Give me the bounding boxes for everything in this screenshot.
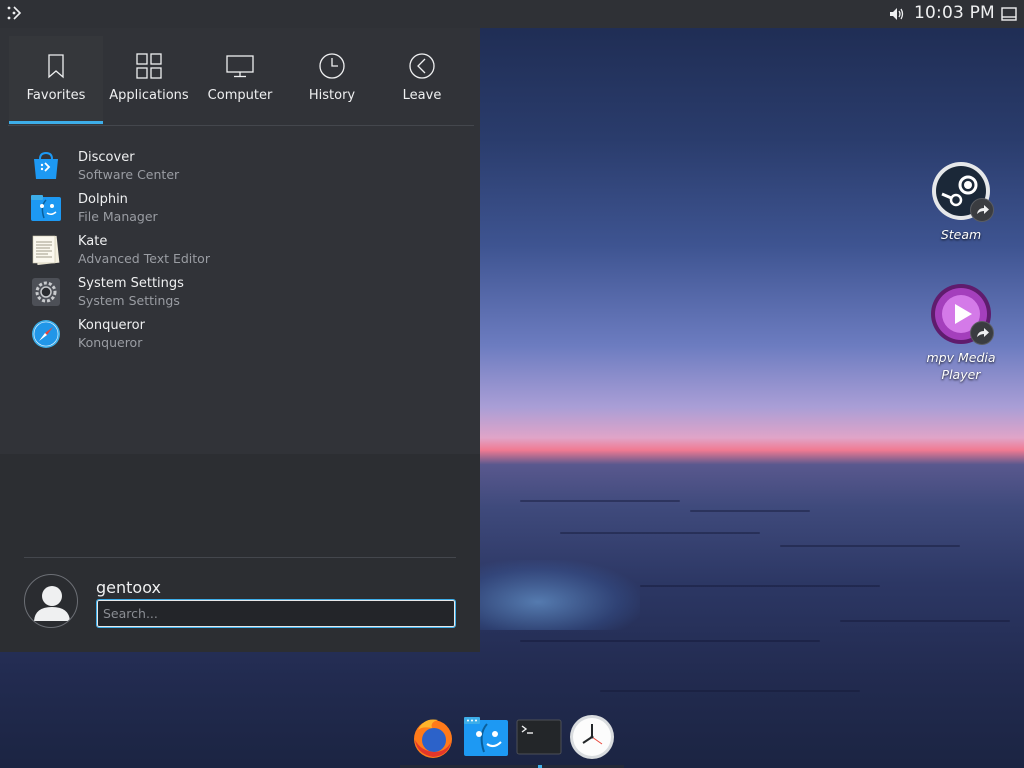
link-arrow-icon	[970, 321, 994, 345]
tab-computer[interactable]: Computer	[193, 36, 287, 126]
wave	[640, 585, 880, 587]
favorite-name: System Settings	[78, 276, 184, 291]
favorite-item-dolphin[interactable]: Dolphin File Manager	[0, 188, 480, 230]
wave	[690, 510, 810, 512]
tab-divider	[8, 125, 474, 126]
tab-applications[interactable]: Applications	[102, 36, 196, 126]
link-arrow-icon	[970, 198, 994, 222]
favorite-item-kate[interactable]: Kate Advanced Text Editor	[0, 230, 480, 272]
wave	[780, 545, 960, 547]
mpv-icon	[930, 283, 994, 345]
wave	[560, 532, 760, 534]
dolphin-icon	[30, 192, 62, 224]
settings-icon	[30, 276, 62, 308]
clock-app-icon[interactable]	[569, 714, 615, 760]
tab-label: Computer	[207, 88, 273, 103]
tab-history[interactable]: History	[285, 36, 379, 126]
avatar[interactable]	[24, 574, 78, 628]
grid-icon	[135, 52, 163, 80]
app-launcher-icon[interactable]	[5, 4, 23, 22]
launcher-tab-bar: Favorites Applications Computer History …	[0, 28, 480, 126]
desktop-icon-mpv[interactable]: mpv Media Player	[916, 283, 1006, 383]
wave	[840, 620, 1010, 622]
clock[interactable]: 10:03 PM	[914, 3, 995, 23]
dolphin-icon[interactable]	[463, 714, 509, 760]
terminal-icon[interactable]	[516, 714, 562, 760]
firefox-icon[interactable]	[410, 714, 456, 760]
favorite-name: Kate	[78, 234, 108, 249]
desktop-icon-steam[interactable]: Steam	[916, 160, 1006, 243]
application-launcher: Favorites Applications Computer History …	[0, 28, 480, 652]
konqueror-icon	[30, 318, 62, 350]
favorite-name: Dolphin	[78, 192, 128, 207]
favorite-description: Konqueror	[78, 335, 143, 350]
volume-icon[interactable]	[887, 5, 905, 23]
wave	[520, 500, 680, 502]
tab-label: History	[308, 88, 356, 103]
task-manager	[400, 706, 624, 768]
search-input[interactable]	[96, 599, 456, 628]
wave	[600, 690, 860, 692]
desktop-icon-label: mpv Media Player	[926, 350, 996, 382]
top-panel: 10:03 PM	[0, 0, 1024, 28]
favorites-list: Discover Software Center Dolphin File Ma…	[0, 146, 480, 356]
tab-favorites[interactable]: Favorites	[9, 36, 103, 126]
username: gentoox	[96, 578, 161, 597]
favorite-description: Software Center	[78, 167, 180, 182]
tab-label: Leave	[402, 88, 442, 103]
tab-label: Applications	[109, 88, 189, 103]
clock-icon	[318, 52, 346, 80]
kate-icon	[30, 234, 62, 266]
steam-icon	[930, 160, 994, 222]
monitor-icon	[226, 52, 254, 80]
favorite-item-discover[interactable]: Discover Software Center	[0, 146, 480, 188]
tab-leave[interactable]: Leave	[375, 36, 469, 126]
favorite-name: Discover	[78, 150, 135, 165]
sea-glint	[470, 560, 640, 630]
tab-label: Favorites	[26, 88, 86, 103]
discover-icon	[30, 150, 62, 182]
bookmark-icon	[42, 52, 70, 80]
footer-divider	[24, 557, 456, 558]
favorite-item-konqueror[interactable]: Konqueror Konqueror	[0, 314, 480, 356]
desktop-icon-label: Steam	[940, 227, 982, 242]
show-desktop-icon[interactable]	[1000, 5, 1018, 23]
favorite-item-system-settings[interactable]: System Settings System Settings	[0, 272, 480, 314]
favorite-description: System Settings	[78, 293, 180, 308]
favorite-description: File Manager	[78, 209, 158, 224]
wave	[520, 640, 820, 642]
favorite-description: Advanced Text Editor	[78, 251, 210, 266]
back-arrow-icon	[408, 52, 436, 80]
favorite-name: Konqueror	[78, 318, 145, 333]
